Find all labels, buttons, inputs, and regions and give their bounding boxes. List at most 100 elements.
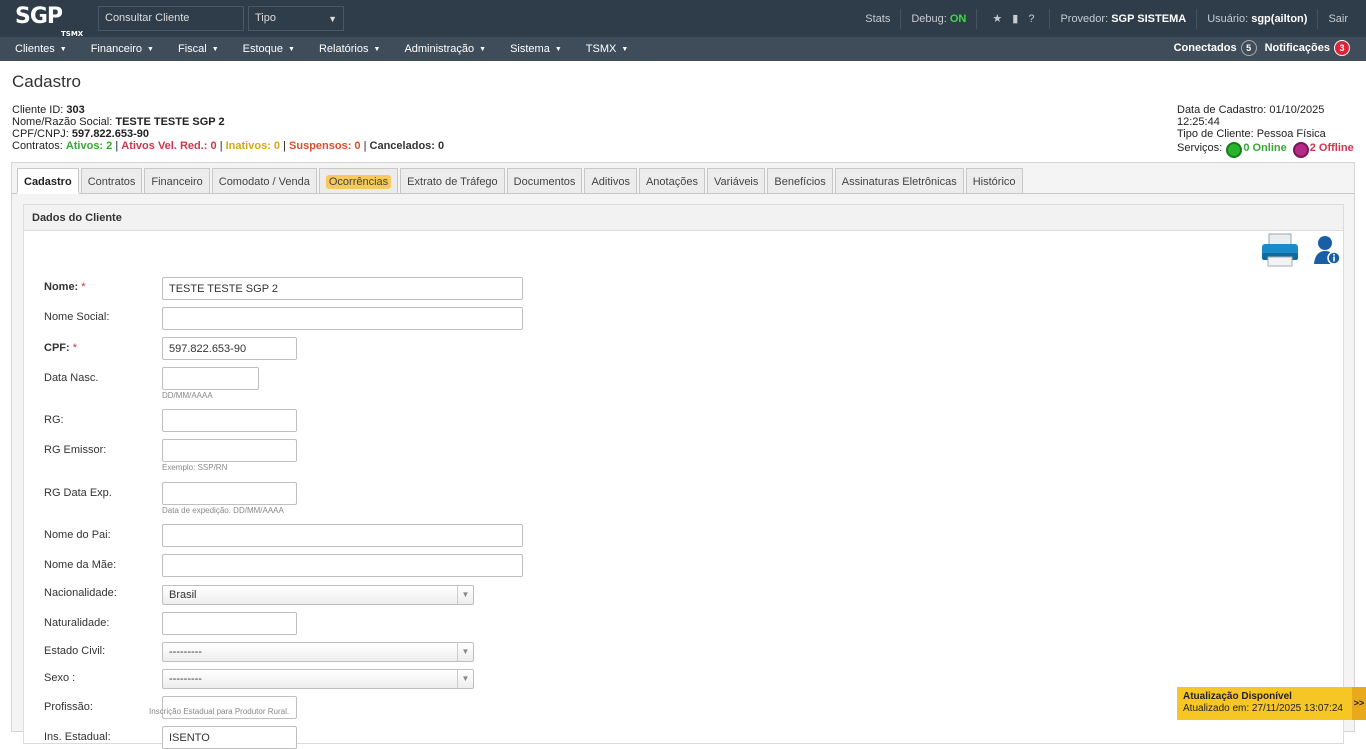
chevron-down-icon: ▼ — [373, 45, 381, 53]
data-nasc-label: Data Nasc. — [44, 372, 99, 384]
tab-documentos[interactable]: Documentos — [506, 168, 583, 194]
rg-label: RG: — [44, 414, 64, 426]
notificacoes-badge: 3 — [1334, 40, 1350, 56]
menu-clientes[interactable]: Clientes ▼ — [0, 43, 76, 55]
update-title: Atualização Disponível — [1183, 691, 1292, 702]
bookmark-icon[interactable]: ▮ — [1012, 12, 1018, 25]
cliente-id-row: Cliente ID: 303 — [12, 104, 444, 116]
data-nasc-hint: DD/MM/AAAA — [162, 391, 213, 400]
mae-input[interactable] — [162, 554, 523, 577]
debug-toggle[interactable]: ON — [950, 13, 967, 25]
cliente-id-label: Cliente ID: — [12, 104, 64, 116]
menu-tsmx[interactable]: TSMX ▼ — [571, 43, 638, 55]
pai-input[interactable] — [162, 524, 523, 547]
required-mark: * — [81, 281, 86, 293]
rg-input[interactable] — [162, 409, 297, 432]
tab-cadastro[interactable]: Cadastro — [17, 168, 79, 194]
chevron-down-icon: ▼ — [211, 45, 219, 53]
menu-estoque[interactable]: Estoque ▼ — [228, 43, 304, 55]
tab-financeiro[interactable]: Financeiro — [144, 168, 210, 194]
tab-historico[interactable]: Histórico — [965, 168, 1023, 194]
star-icon[interactable]: ★ — [992, 12, 1002, 25]
tab-aditivos[interactable]: Aditivos — [584, 168, 637, 194]
ie-input[interactable]: ISENTO — [162, 726, 297, 749]
section-title: Dados do Cliente — [24, 205, 1343, 231]
rg-data-input[interactable] — [162, 482, 297, 505]
separator: | — [283, 140, 286, 152]
logout-link[interactable]: Sair — [1328, 13, 1348, 25]
debug-label: Debug: — [911, 12, 947, 25]
offline-icon — [1292, 142, 1309, 158]
menu-label: TSMX — [585, 43, 617, 55]
contratos-row: Contratos: Ativos: 2 | Ativos Vel. Red.:… — [12, 140, 444, 152]
tab-bar: Cadastro Contratos Financeiro Comodato /… — [17, 168, 1025, 194]
user-info-icon[interactable] — [1313, 235, 1341, 265]
nome-label: Nome: * — [44, 281, 86, 293]
main-menu: Clientes ▼ Financeiro ▼ Fiscal ▼ Estoque ▼ R… — [0, 37, 1366, 61]
contratos-ativos-vel[interactable]: Ativos Vel. Red.: 0 — [121, 140, 216, 152]
top-right-bar: Stats Debug: ON ★ ▮ ? Provedor: SGP SIST… — [865, 0, 1366, 37]
top-bar: SGP TSMX Consultar Cliente Tipo ▼ Stats De… — [0, 0, 1366, 39]
tab-assinaturas[interactable]: Assinaturas Eletrônicas — [834, 168, 964, 194]
chevron-down-icon: ▼ — [59, 45, 67, 53]
nome-social-input[interactable] — [162, 307, 523, 330]
chevron-down-icon: ▼ — [147, 45, 154, 53]
update-detail: Atualizado em: 27/11/2025 13:07:24 — [1183, 703, 1343, 714]
estado-civil-select[interactable]: --------- ▼ — [162, 642, 474, 662]
contratos-inativos[interactable]: Inativos: 0 — [226, 140, 280, 152]
printer-icon[interactable] — [1261, 233, 1299, 267]
client-summary: Cliente ID: 303 Nome/Razão Social: TESTE… — [12, 104, 444, 152]
contratos-cancelados[interactable]: Cancelados: 0 — [370, 140, 445, 152]
nacionalidade-select[interactable]: Brasil ▼ — [162, 585, 474, 605]
menu-relatorios[interactable]: Relatórios ▼ — [304, 43, 389, 55]
conectados-link[interactable]: Conectados — [1174, 42, 1237, 54]
sgp-logo[interactable]: SGP TSMX — [15, 4, 85, 39]
nome-social-label: Nome Social: — [44, 311, 110, 323]
naturalidade-input[interactable] — [162, 612, 297, 635]
pai-label: Nome do Pai: — [44, 529, 111, 541]
tab-extrato-trafego[interactable]: Extrato de Tráfego — [400, 168, 505, 194]
rg-emissor-input[interactable] — [162, 439, 297, 462]
online-icon — [1226, 142, 1243, 158]
separator: | — [115, 140, 119, 152]
tipo-select[interactable]: Tipo ▼ — [248, 6, 344, 31]
menu-label: Estoque — [242, 43, 284, 55]
usuario-value[interactable]: sgp(ailton) — [1251, 13, 1307, 25]
tab-contratos[interactable]: Contratos — [80, 168, 143, 194]
update-notice[interactable]: Atualização Disponível Atualizado em: 27… — [1177, 687, 1366, 720]
menu-financeiro[interactable]: Financeiro ▼ — [76, 43, 163, 55]
tab-variaveis[interactable]: Variáveis — [706, 168, 766, 194]
stats-link[interactable]: Stats — [865, 13, 890, 25]
help-icon[interactable]: ? — [1028, 13, 1034, 25]
conectados-badge: 5 — [1240, 40, 1257, 56]
sexo-select[interactable]: --------- ▼ — [162, 669, 474, 689]
tab-comodato-venda[interactable]: Comodato / Venda — [211, 168, 317, 194]
menu-label: Sistema — [510, 43, 550, 55]
menu-fiscal[interactable]: Fiscal ▼ — [163, 43, 228, 55]
usuario-label: Usuário: — [1207, 12, 1249, 25]
nacionalidade-value: Brasil — [169, 589, 197, 601]
data-nasc-input[interactable] — [162, 367, 259, 390]
servicos-offline[interactable]: 2 Offline — [1310, 142, 1354, 154]
tab-ocorrencias[interactable]: Ocorrências — [318, 168, 399, 194]
estado-civil-label: Estado Civil: — [44, 645, 106, 657]
menu-sistema[interactable]: Sistema ▼ — [495, 43, 571, 55]
notificacoes-link[interactable]: Notificações — [1265, 42, 1330, 54]
servicos-online[interactable]: 0 Online — [1243, 142, 1286, 154]
menu-administracao[interactable]: Administração ▼ — [389, 43, 495, 55]
logo-text: SGP — [15, 4, 63, 29]
ie-label: Ins. Estadual: — [44, 731, 111, 743]
cpf-input[interactable]: 597.822.653-90 — [162, 337, 297, 360]
search-input[interactable]: Consultar Cliente — [98, 6, 244, 31]
tab-beneficios[interactable]: Benefícios — [767, 168, 833, 194]
menu-right: Conectados 5 Notificações 3 — [1174, 40, 1350, 56]
tab-anotacoes[interactable]: Anotações — [638, 168, 705, 194]
chevron-down-icon: ▼ — [479, 45, 487, 53]
contratos-suspensos[interactable]: Suspensos: 0 — [289, 140, 361, 152]
estado-civil-value: --------- — [169, 646, 202, 658]
nome-input[interactable]: TESTE TESTE SGP 2 — [162, 277, 523, 300]
menu-label: Administração — [404, 43, 475, 55]
contratos-ativos[interactable]: Ativos: 2 — [66, 140, 112, 152]
expand-button[interactable]: >> — [1352, 687, 1366, 720]
menu-label: Financeiro — [90, 43, 143, 55]
